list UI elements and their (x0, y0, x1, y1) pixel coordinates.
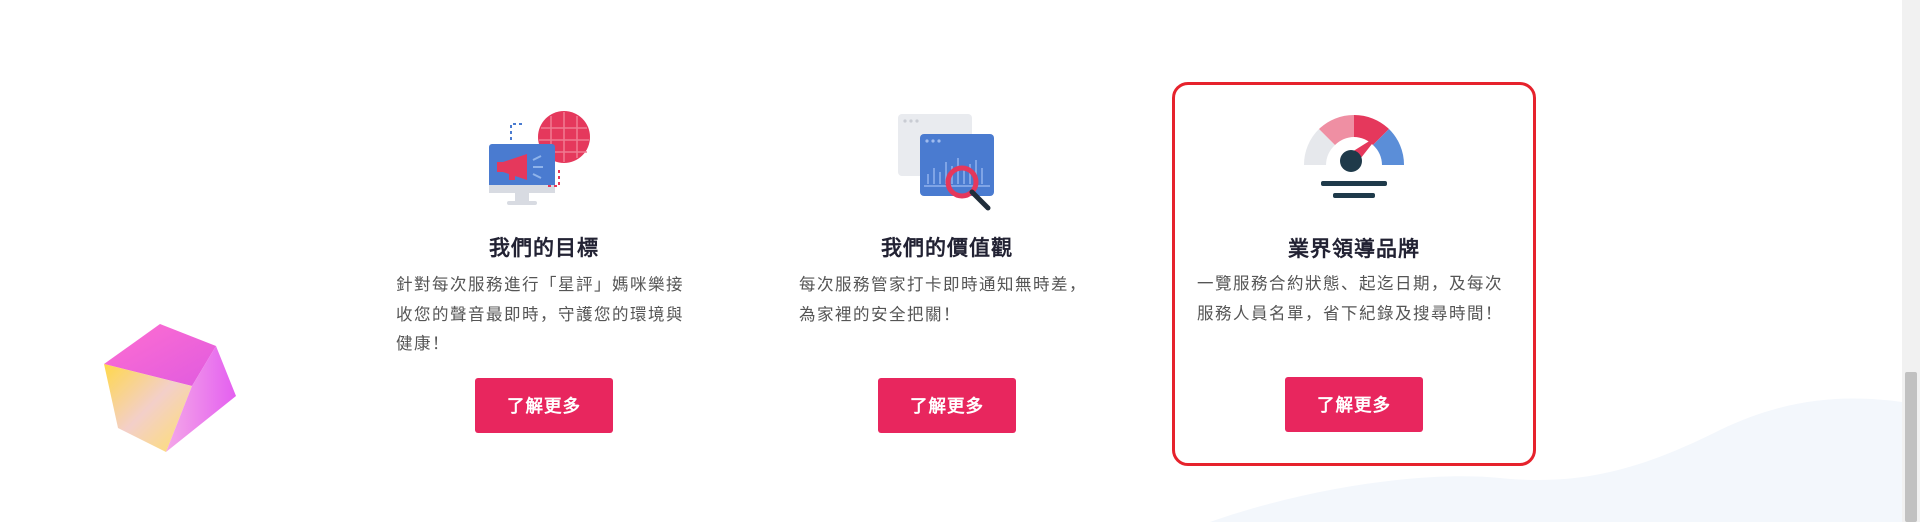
card-title: 我們的價值觀 (881, 236, 1013, 260)
learn-more-button[interactable]: 了解更多 (475, 378, 613, 433)
card-description: 每次服務管家打卡即時通知無時差，為家裡的安全把關！ (799, 275, 1087, 324)
card-our-goal: 我們的目標 針對每次服務進行「星評」媽咪樂接收您的聲音最即時，守護您的環境與健康… (362, 84, 726, 464)
card-description: 一覽服務合約狀態、起迄日期，及每次服務人員名單，省下紀錄及搜尋時間！ (1197, 274, 1503, 323)
card-our-values: 我們的價值觀 每次服務管家打卡即時通知無時差，為家裡的安全把關！ 了解更多 (765, 84, 1129, 464)
card-title: 我們的目標 (489, 236, 599, 260)
gradient-cube-icon (104, 324, 236, 452)
learn-more-button[interactable]: 了解更多 (878, 378, 1016, 433)
scrollbar-thumb[interactable] (1905, 372, 1917, 522)
card-title: 業界領導品牌 (1288, 237, 1420, 261)
browser-search-chart-icon (898, 114, 994, 211)
card-industry-leader: 業界領導品牌 一覽服務合約狀態、起迄日期，及每次服務人員名單，省下紀錄及搜尋時間… (1172, 82, 1536, 466)
speedometer-gauge-icon (1303, 114, 1405, 198)
megaphone-monitor-icon (489, 111, 590, 205)
learn-more-button[interactable]: 了解更多 (1285, 377, 1423, 432)
card-description: 針對每次服務進行「星評」媽咪樂接收您的聲音最即時，守護您的環境與健康！ (396, 275, 684, 353)
